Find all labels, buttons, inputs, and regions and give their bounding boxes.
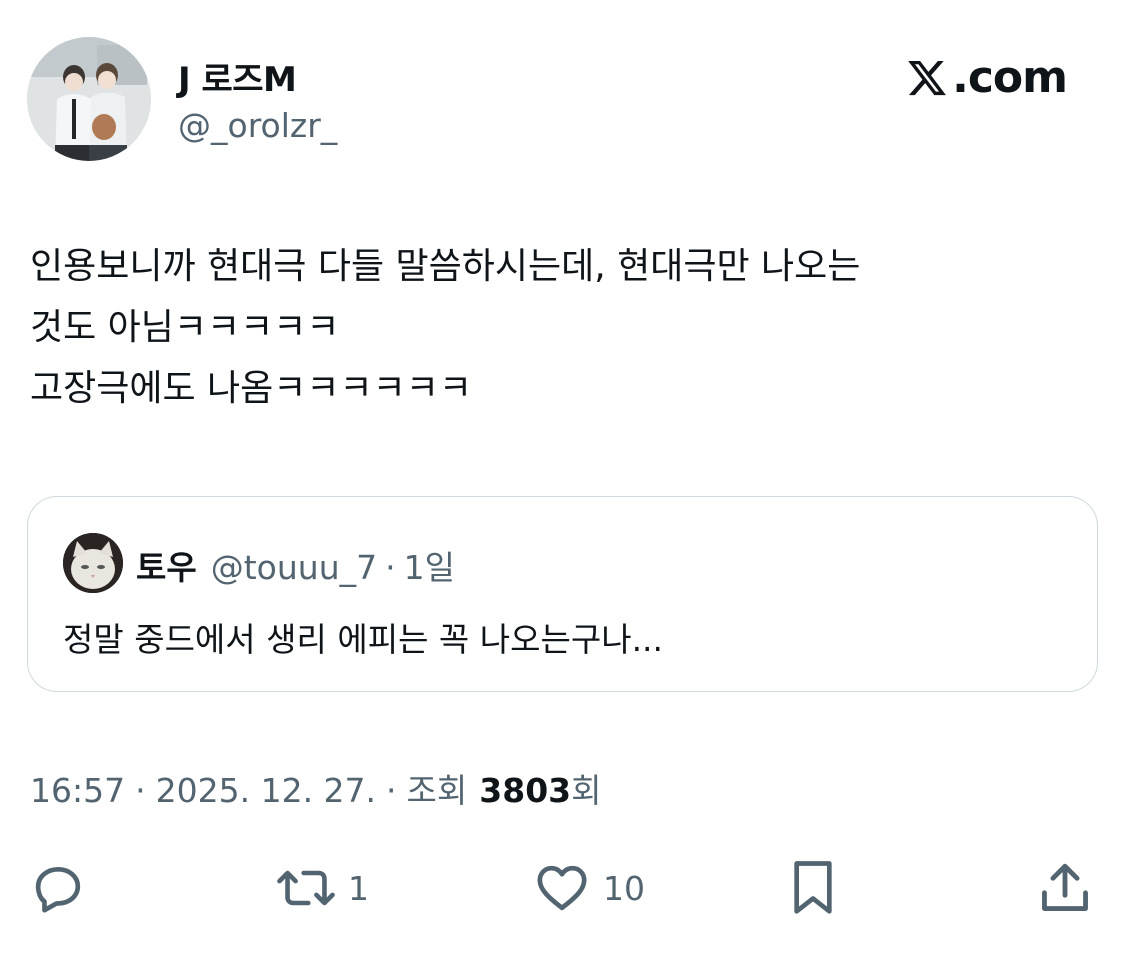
tweet-text-line: 고장극에도 나옴ㅋㅋㅋㅋㅋㅋ	[30, 368, 473, 409]
author-handle[interactable]: @_orolzr_	[178, 106, 337, 145]
share-button[interactable]	[1036, 858, 1094, 918]
heart-icon	[537, 865, 587, 911]
x-logo-icon	[908, 60, 947, 95]
quoted-author-name[interactable]: 토우	[136, 541, 197, 589]
views-suffix: 회	[571, 771, 602, 810]
quoted-tweet-header: 토우 @touuu_7 · 1일	[136, 541, 455, 589]
share-icon	[1042, 863, 1088, 911]
views-count: 3803	[479, 771, 572, 810]
separator-dot: ·	[385, 548, 396, 587]
author-avatar[interactable]	[27, 37, 151, 161]
quoted-tweet-time[interactable]: 1일	[404, 541, 455, 589]
views-label: 조회	[406, 771, 468, 810]
retweet-button[interactable]: 1	[276, 858, 369, 918]
tweet-time[interactable]: 16:57	[30, 771, 125, 810]
like-count: 10	[603, 868, 645, 908]
retweet-icon	[277, 870, 335, 906]
quoted-author-handle[interactable]: @touuu_7	[211, 548, 377, 587]
retweet-count: 1	[348, 868, 369, 908]
brand-logo-text: .com	[952, 52, 1068, 103]
tweet-text-line: 인용보니까 현대극 다들 말씀하시는데, 현대극만 나오는	[30, 246, 861, 287]
tweet-text: 인용보니까 현대극 다들 말씀하시는데, 현대극만 나오는 것도 아님ㅋㅋㅋㅋㅋ…	[30, 236, 1090, 419]
tweet-page: J 로즈M @_orolzr_ .com 인용보니까 현대극 다들 말씀하시는데…	[0, 0, 1125, 973]
separator-dot: ·	[135, 771, 146, 810]
quoted-tweet-card[interactable]: 토우 @touuu_7 · 1일 정말 중드에서 생리 에피는 꼭 나오는구나.…	[27, 496, 1098, 692]
quoted-author-avatar[interactable]	[63, 533, 123, 593]
tweet-meta: 16:57 · 2025. 12. 27. · 조회 3803 회	[30, 764, 602, 812]
author-display-name[interactable]: J 로즈M	[178, 52, 297, 101]
bookmark-icon	[794, 861, 832, 914]
separator-dot: ·	[386, 771, 397, 810]
reply-icon	[35, 867, 81, 913]
bookmark-button[interactable]	[785, 858, 841, 918]
reply-button[interactable]	[30, 858, 86, 918]
like-button[interactable]: 10	[533, 858, 645, 918]
brand-logo: .com	[904, 52, 1068, 103]
tweet-text-line: 것도 아님ㅋㅋㅋㅋㅋ	[30, 307, 340, 348]
quoted-tweet-text: 정말 중드에서 생리 에피는 꼭 나오는구나...	[63, 620, 664, 659]
tweet-date[interactable]: 2025. 12. 27.	[156, 771, 376, 810]
